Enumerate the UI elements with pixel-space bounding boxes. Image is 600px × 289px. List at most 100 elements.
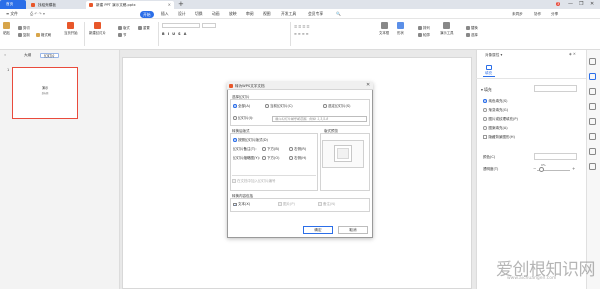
properties-title[interactable]: 对象属性 ▾	[485, 53, 502, 58]
help-icon[interactable]	[589, 163, 596, 170]
pattern-fill-option[interactable]: 图案填充(A)	[483, 126, 508, 131]
copy-icon	[18, 33, 22, 37]
section-button[interactable]: 节	[118, 32, 126, 37]
menu-view[interactable]: 视图	[263, 9, 271, 19]
alignment-buttons[interactable]: ≡ ≡ ≡ ≡	[294, 32, 309, 36]
search-icon[interactable]: 🔍	[336, 9, 341, 19]
dialog-title: 转为WPS文字文档	[235, 83, 265, 88]
all-slides-option[interactable]: 全部(A)	[233, 104, 250, 109]
animation-icon[interactable]	[589, 88, 596, 95]
option-label: 全部(A)	[238, 104, 251, 108]
quick-access-icons[interactable]: ⎙ ↶ ↷ ▾	[30, 9, 45, 19]
images-content-option[interactable]: 图片(P)	[278, 202, 295, 207]
selected-slides-option[interactable]: 选定幻灯片(S)	[323, 104, 350, 109]
menu-review[interactable]: 审阅	[246, 9, 254, 19]
hide-background-option[interactable]: 隐藏背景图形(H)	[483, 135, 515, 140]
tab-close-icon[interactable]: ×	[168, 1, 171, 9]
replace-button[interactable]: 替换	[466, 25, 478, 30]
font-style-buttons[interactable]: B I U S A	[162, 32, 187, 36]
play-from-current-button[interactable]: 当页开始	[64, 22, 78, 35]
menu-insert[interactable]: 插入	[161, 9, 169, 19]
tab-outline[interactable]: 大纲	[24, 53, 31, 58]
menu-transition[interactable]: 切换	[195, 9, 203, 19]
option-label: 右侧(R)	[294, 147, 307, 151]
select-label: 选择	[471, 33, 478, 37]
pane-controls-icon[interactable]: ◈ ✕	[569, 52, 576, 56]
collaborate-button[interactable]: 协作	[534, 9, 541, 19]
dialog-close-button[interactable]: ✕	[366, 82, 370, 88]
design-icon[interactable]	[589, 118, 596, 125]
select-button[interactable]: 选择	[466, 32, 478, 37]
solid-fill-option[interactable]: 纯色填充(S)	[483, 99, 507, 104]
arrange-icon	[418, 26, 422, 30]
toolbar-separator	[84, 22, 85, 46]
presenter-tools-button[interactable]: 演示工具	[440, 22, 454, 35]
layout-button[interactable]: 版式	[118, 25, 130, 30]
color-select[interactable]	[534, 153, 577, 160]
menu-slideshow[interactable]: 放映	[229, 9, 237, 19]
properties-icon[interactable]	[589, 58, 596, 65]
menu-start[interactable]: 开始	[140, 10, 154, 18]
menu-design[interactable]: 设计	[178, 9, 186, 19]
cancel-button[interactable]: 取消	[338, 226, 368, 234]
notes-right-option[interactable]: 右侧(R)	[289, 147, 306, 152]
cut-button[interactable]: 剪切	[18, 25, 30, 30]
outline-button[interactable]: 轮廓	[418, 32, 430, 37]
gallery-icon[interactable]	[589, 133, 596, 140]
text-content-option[interactable]: ✓文本(X)	[233, 202, 250, 207]
arrange-button[interactable]: 排列	[418, 25, 430, 30]
cut-label: 剪切	[23, 26, 30, 30]
add-slide-numbers-option[interactable]: 在文档中加入幻灯片编号	[232, 175, 316, 184]
scissors-icon	[18, 26, 22, 30]
transparency-increase-button[interactable]: +	[572, 166, 575, 171]
paragraph-buttons[interactable]: ☰ ☰ ☰ ☰	[294, 25, 309, 29]
new-tab-button[interactable]: +	[178, 0, 184, 9]
ribbon-toolbar: 粘贴 剪切 复制 格式刷 当页开始 新建幻灯片 版式 节 重置 B I U S …	[0, 19, 600, 50]
menu-animation[interactable]: 动画	[212, 9, 220, 19]
fill-section-header[interactable]: ▾ 填充	[481, 87, 492, 93]
minimize-button[interactable]: —	[568, 1, 573, 7]
reset-button[interactable]: 重置	[138, 25, 150, 30]
transition-icon[interactable]	[589, 103, 596, 110]
collapse-pane-icon[interactable]: «	[4, 53, 6, 57]
picture-fill-option[interactable]: 图片或纹理填充(P)	[483, 117, 518, 122]
share-button[interactable]: 分享	[551, 9, 558, 19]
default-layout-option[interactable]: 按照幻灯片版式(D)	[233, 138, 268, 143]
file-menu[interactable]: ≡ 文件	[6, 9, 18, 19]
gradient-fill-option[interactable]: 渐变填充(G)	[483, 108, 508, 113]
text-box-button[interactable]: 文本框	[379, 22, 389, 35]
transparency-decrease-button[interactable]: −	[533, 166, 536, 171]
thumbnail-below-option[interactable]: 下方(O)	[262, 156, 280, 161]
transparency-slider-handle[interactable]	[539, 167, 544, 172]
paste-button[interactable]: 粘贴	[3, 22, 10, 35]
shapes-button[interactable]: 形状	[397, 22, 404, 35]
fill-type-select[interactable]	[534, 85, 577, 92]
copy-label: 复制	[23, 33, 30, 37]
notes-below-option[interactable]: 下方(B)	[262, 147, 279, 152]
tab-daoke-templates[interactable]: 找稻壳模板	[28, 1, 80, 9]
fill-settings-icon[interactable]	[589, 73, 596, 80]
ok-button[interactable]: 确定	[303, 226, 333, 234]
thumbnail-right-option[interactable]: 右侧(H)	[289, 156, 306, 161]
menu-member[interactable]: 会员专享	[308, 9, 323, 19]
new-slide-button[interactable]: 新建幻灯片	[89, 22, 106, 35]
restore-button[interactable]: ❐	[579, 1, 583, 7]
menu-developer[interactable]: 开发工具	[281, 9, 296, 19]
font-size-select[interactable]	[202, 23, 216, 28]
copy-button[interactable]: 复制	[18, 32, 30, 37]
slide-thumbnail[interactable]: 演示 副标题	[12, 67, 78, 119]
slide-range-option[interactable]: 幻灯片(I):	[233, 116, 253, 121]
notes-content-option[interactable]: 备注(N)	[318, 202, 335, 207]
tab-home[interactable]: 首页	[0, 0, 26, 9]
unsynced-status[interactable]: 未同步	[512, 9, 523, 19]
slide-range-input[interactable]: 输入幻灯片编号或范围，例如: 1,3,5-8	[272, 116, 367, 122]
tab-slides[interactable]: 幻灯片	[40, 53, 59, 58]
location-icon[interactable]	[589, 148, 596, 155]
tab-document[interactable]: 新建 PPT 演示文稿.pptx ×	[86, 1, 174, 9]
option-label: 图片(P)	[283, 202, 295, 206]
format-painter-button[interactable]: 格式刷	[36, 32, 51, 37]
notification-badge[interactable]: 3	[556, 2, 561, 6]
font-name-select[interactable]	[162, 23, 200, 28]
current-slide-option[interactable]: 当前幻灯片(C)	[265, 104, 293, 109]
close-window-button[interactable]: ✕	[590, 1, 594, 7]
